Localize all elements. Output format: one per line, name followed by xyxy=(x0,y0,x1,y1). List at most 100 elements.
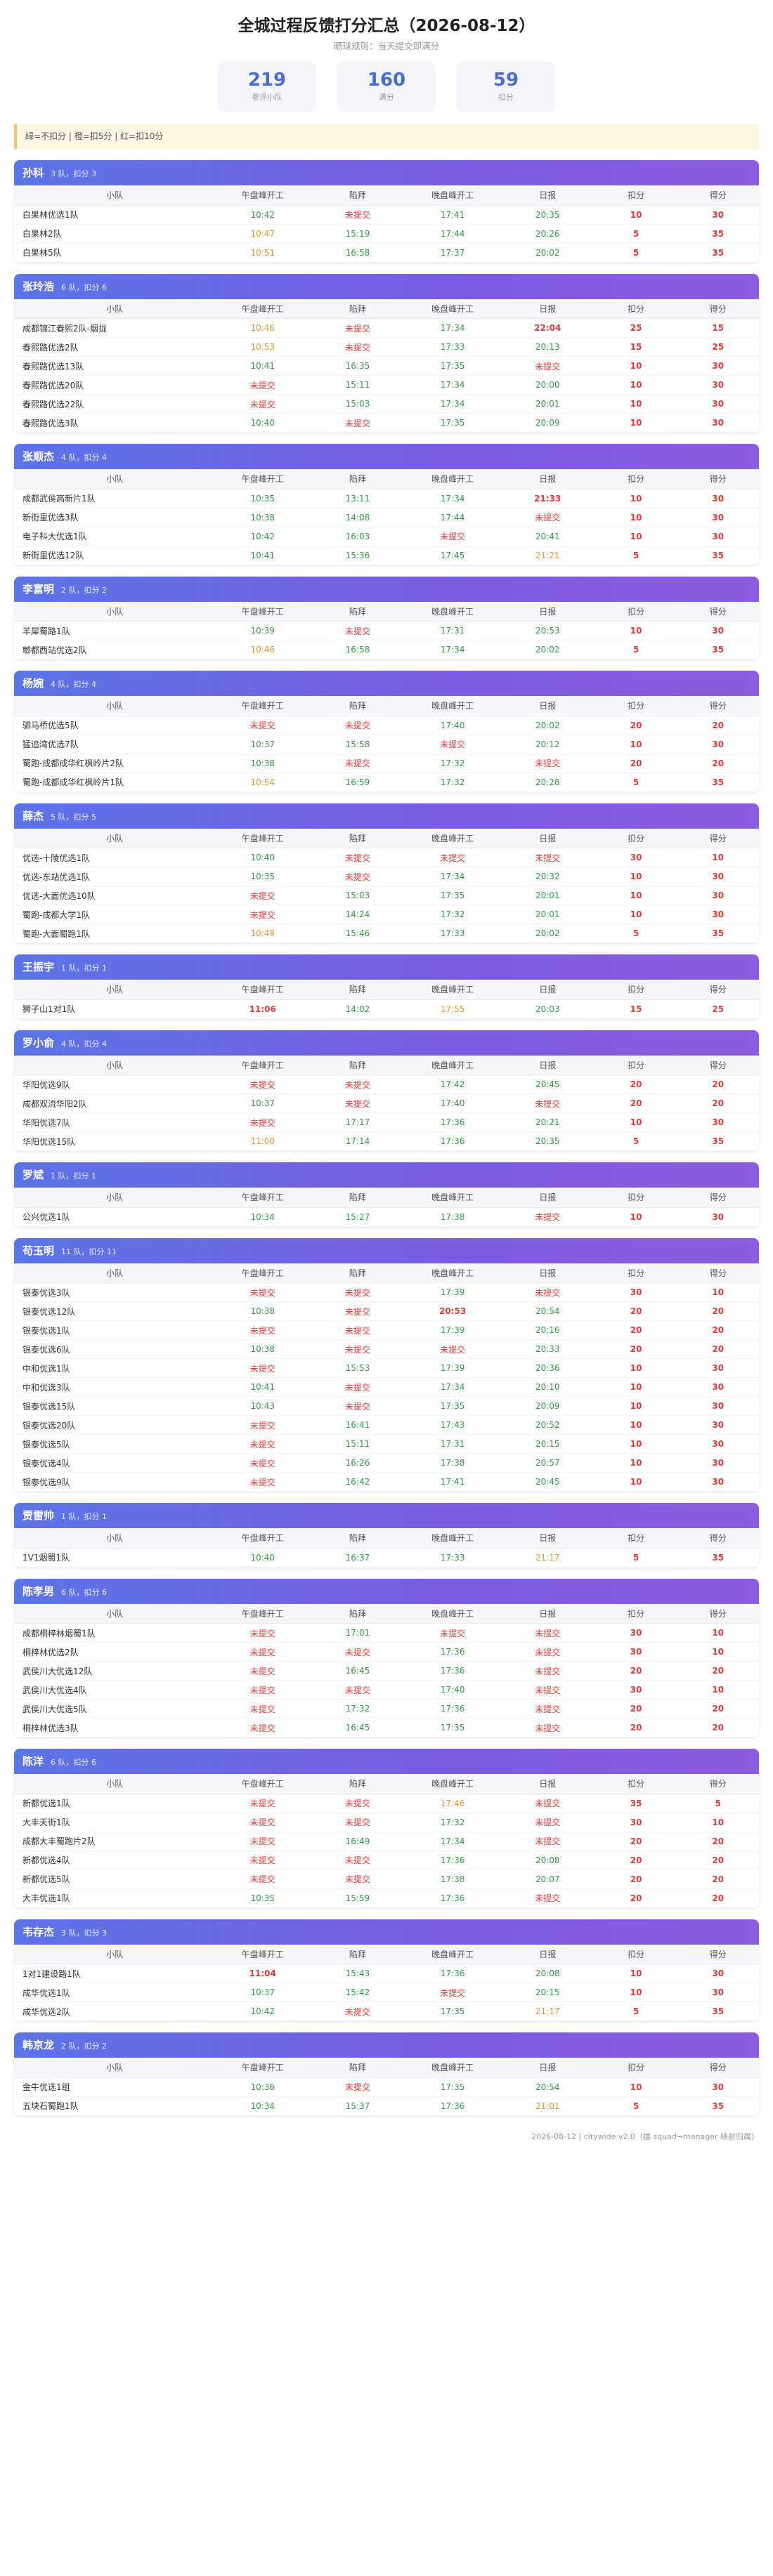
status-cell: 17:36 xyxy=(405,1112,500,1132)
status-cell: 未提交 xyxy=(310,2077,405,2097)
table-header-row: 小队 午盘峰开工 陷拜 晚盘峰开工 日报 扣分 得分 xyxy=(14,298,759,319)
status-cell: 未提交 xyxy=(500,1642,595,1662)
status-cell: 未提交 xyxy=(310,205,405,225)
table-row: 桐梓林优选2队 未提交 未提交 17:36 未提交 30 10 xyxy=(14,1642,759,1662)
score-cell: 35 xyxy=(677,2096,759,2116)
column-header: 日报 xyxy=(500,1944,595,1964)
column-header: 午盘峰开工 xyxy=(215,298,311,319)
table-row: 蜀跑-成都大学1队 未提交 14:24 17:32 20:01 10 30 xyxy=(14,905,759,924)
group-name: 杨婉 xyxy=(22,677,44,690)
team-name-cell: 成都锦江春熙2队-烟拢 xyxy=(14,318,216,338)
score-cell: 30 xyxy=(677,1472,759,1492)
deduct-cell: 20 xyxy=(595,1301,677,1321)
status-cell: 未提交 xyxy=(215,1680,311,1700)
status-cell: 11:06 xyxy=(215,999,311,1019)
status-cell: 17:35 xyxy=(405,886,500,905)
status-cell: 10:41 xyxy=(215,356,311,376)
deduct-cell: 10 xyxy=(595,621,677,640)
status-cell: 10:35 xyxy=(215,489,311,508)
table-row: 大丰天街1队 未提交 未提交 17:32 未提交 30 10 xyxy=(14,1813,759,1832)
group-meta: 4 队，扣分 4 xyxy=(61,1039,108,1049)
status-cell: 17:55 xyxy=(405,999,500,1019)
manager-group: 薛杰 5 队，扣分 5 小队 午盘峰开工 陷拜 晚盘峰开工 日报 扣分 得分 优选-十陵优选1队 1… xyxy=(14,803,759,943)
status-cell: 20:54 xyxy=(500,1301,595,1321)
status-cell: 20:13 xyxy=(500,337,595,357)
stat-card-teams: 219 参评小队 xyxy=(218,62,316,112)
group-header: 李富明 2 队，扣分 2 xyxy=(14,576,759,602)
status-cell: 未提交 xyxy=(310,1093,405,1113)
team-name-cell: 蜀跑-成都成华红枫岭片2队 xyxy=(14,754,216,773)
column-header: 日报 xyxy=(500,1263,595,1283)
manager-group: 罗斌 1 队，扣分 1 小队 午盘峰开工 陷拜 晚盘峰开工 日报 扣分 得分 公兴优选1队 10:3… xyxy=(14,1162,759,1227)
status-cell: 16:58 xyxy=(310,640,405,659)
column-header: 午盘峰开工 xyxy=(215,980,311,1000)
deduct-cell: 10 xyxy=(595,413,677,433)
status-cell: 17:36 xyxy=(405,1131,500,1151)
status-cell: 未提交 xyxy=(310,1320,405,1340)
status-cell: 10:38 xyxy=(215,754,311,773)
column-header: 小队 xyxy=(14,828,216,848)
table-row: 新街里优选3队 10:38 14:08 17:44 未提交 10 30 xyxy=(14,508,759,527)
stat-value: 160 xyxy=(367,70,406,91)
status-cell: 14:24 xyxy=(310,905,405,924)
table-header-row: 小队 午盘峰开工 陷拜 晚盘峰开工 日报 扣分 得分 xyxy=(14,1528,759,1549)
column-header: 陷拜 xyxy=(310,828,405,848)
table-row: 蜀跑-成都成华红枫岭片2队 10:38 未提交 17:32 未提交 20 20 xyxy=(14,754,759,773)
deduct-cell: 30 xyxy=(595,1282,677,1302)
status-cell: 未提交 xyxy=(405,735,500,754)
manager-group: 苟玉明 11 队，扣分 11 小队 午盘峰开工 陷拜 晚盘峰开工 日报 扣分 得分 银泰优选3队未… xyxy=(14,1237,759,1492)
team-name-cell: 银泰优选3队 xyxy=(14,1282,216,1302)
status-cell: 20:02 xyxy=(500,640,595,659)
score-cell: 30 xyxy=(677,508,759,527)
table-row: 银泰优选12队 10:38 未提交 20:53 20:54 20 20 xyxy=(14,1301,759,1321)
team-name-cell: 白果林优选1队 xyxy=(14,205,216,225)
group-header: 陈洋 6 队，扣分 6 xyxy=(14,1749,759,1774)
status-cell: 未提交 xyxy=(215,1718,311,1737)
status-cell: 16:45 xyxy=(310,1718,405,1737)
column-header: 扣分 xyxy=(595,601,677,622)
table-row: 驷马桥优选5队 未提交 未提交 17:40 20:02 20 20 xyxy=(14,716,759,735)
team-name-cell: 银泰优选12队 xyxy=(14,1301,216,1321)
deduct-cell: 10 xyxy=(595,2077,677,2097)
team-name-cell: 大丰天街1队 xyxy=(14,1813,216,1832)
column-header: 得分 xyxy=(677,828,759,848)
status-cell: 未提交 xyxy=(310,1680,405,1700)
team-name-cell: 桐梓林优选3队 xyxy=(14,1718,216,1737)
team-name-cell: 华阳优选15队 xyxy=(14,1131,216,1151)
column-header: 午盘峰开工 xyxy=(215,1774,311,1794)
score-cell: 20 xyxy=(677,1093,759,1113)
manager-group: 罗小俞 4 队，扣分 4 小队 午盘峰开工 陷拜 晚盘峰开工 日报 扣分 得分 华阳优选9队 未提交… xyxy=(14,1030,759,1151)
team-name-cell: 中和优选1队 xyxy=(14,1358,216,1378)
status-cell: 15:03 xyxy=(310,394,405,414)
status-cell: 17:35 xyxy=(405,413,500,433)
column-header: 午盘峰开工 xyxy=(215,1055,311,1075)
team-name-cell: 武侯川大优选12队 xyxy=(14,1661,216,1681)
column-header: 小队 xyxy=(14,1188,216,1208)
status-cell: 未提交 xyxy=(215,1415,311,1435)
column-header: 晚盘峰开工 xyxy=(405,1774,500,1794)
status-cell: 17:44 xyxy=(405,224,500,244)
deduct-cell: 25 xyxy=(595,318,677,338)
table-header-row: 小队 午盘峰开工 陷拜 晚盘峰开工 日报 扣分 得分 xyxy=(14,1188,759,1208)
deduct-cell: 10 xyxy=(595,394,677,414)
table-row: 狮子山1对1队 11:06 14:02 17:55 20:03 15 25 xyxy=(14,999,759,1019)
group-meta: 6 队，扣分 6 xyxy=(51,1758,97,1767)
status-cell: 10:40 xyxy=(215,1548,311,1568)
status-cell: 17:40 xyxy=(405,716,500,735)
score-cell: 25 xyxy=(677,337,759,357)
score-cell: 20 xyxy=(677,754,759,773)
status-cell: 17:36 xyxy=(405,1661,500,1681)
status-cell: 20:21 xyxy=(500,1112,595,1132)
table-header-row: 小队 午盘峰开工 陷拜 晚盘峰开工 日报 扣分 得分 xyxy=(14,1603,759,1624)
team-name-cell: 金牛优选1组 xyxy=(14,2077,216,2097)
score-cell: 30 xyxy=(677,413,759,433)
column-header: 小队 xyxy=(14,1603,216,1624)
table-row: 大丰优选1队 10:35 15:59 17:36 未提交 20 20 xyxy=(14,1888,759,1908)
score-table: 小队 午盘峰开工 陷拜 晚盘峰开工 日报 扣分 得分 金牛优选1组 10:36 未提交 17:35 2… xyxy=(14,2058,759,2116)
deduct-cell: 10 xyxy=(595,1434,677,1454)
column-header: 小队 xyxy=(14,469,216,489)
table-row: 武侯川大优选5队 未提交 17:32 17:36 未提交 20 20 xyxy=(14,1699,759,1719)
score-cell: 20 xyxy=(677,1718,759,1737)
status-cell: 17:36 xyxy=(405,2096,500,2116)
team-name-cell: 大丰优选1队 xyxy=(14,1888,216,1908)
